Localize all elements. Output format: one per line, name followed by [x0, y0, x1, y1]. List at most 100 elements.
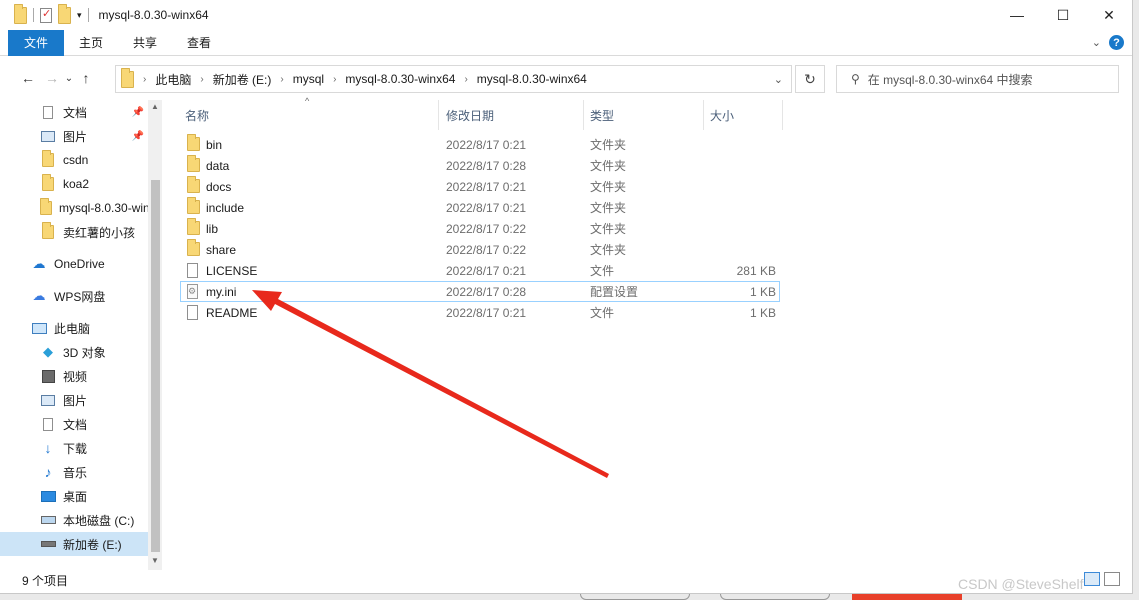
sidebar-item-pictures-pinned[interactable]: 图片 📌: [0, 124, 148, 148]
column-header-name[interactable]: 名称: [185, 100, 209, 130]
back-button[interactable]: ←: [16, 70, 40, 86]
file-row-my-ini[interactable]: my.ini 2022/8/17 0:28 配置设置 1 KB: [180, 281, 780, 302]
properties-icon[interactable]: [40, 7, 52, 23]
maximize-button[interactable]: ☐: [1040, 0, 1086, 30]
sidebar-item-documents[interactable]: 文档: [0, 412, 148, 436]
breadcrumb-drive-e[interactable]: 新加卷 (E:): [213, 71, 272, 88]
tab-home[interactable]: 主页: [64, 30, 118, 56]
up-button[interactable]: ↑: [74, 70, 98, 86]
new-folder-icon[interactable]: [58, 3, 71, 24]
address-dropdown-icon[interactable]: ⌄: [774, 73, 783, 86]
file-icon: [187, 263, 198, 278]
sort-ascending-icon: ^: [305, 96, 310, 106]
chevron-right-icon[interactable]: ›: [464, 74, 467, 85]
sidebar-item-music[interactable]: ♪ 音乐: [0, 460, 148, 484]
help-icon[interactable]: ?: [1109, 35, 1124, 50]
sidebar-item-koa2[interactable]: koa2: [0, 172, 148, 196]
folder-icon: [187, 197, 200, 217]
customize-toolbar-icon[interactable]: ▾: [77, 10, 82, 21]
window-folder-icon: [14, 3, 27, 24]
folder-icon: [187, 134, 200, 154]
tab-share[interactable]: 共享: [118, 30, 172, 56]
video-icon: [40, 369, 56, 383]
sidebar-item-onedrive[interactable]: ☁ OneDrive: [0, 252, 148, 276]
download-icon: ↓: [44, 440, 52, 456]
folder-icon: [187, 176, 200, 196]
file-row-share[interactable]: share 2022/8/17 0:22 文件夹: [180, 239, 780, 260]
desktop-icon: [40, 490, 56, 502]
document-icon: [40, 105, 56, 119]
ini-file-icon: [187, 284, 198, 299]
watermark: CSDN @SteveShelf: [958, 576, 1084, 592]
refresh-button[interactable]: ↻: [795, 65, 825, 93]
file-row-include[interactable]: include 2022/8/17 0:21 文件夹: [180, 197, 780, 218]
file-list: ^ 名称 修改日期 类型 大小 bin 2022/8/17 0:21 文件夹 d…: [165, 96, 1133, 566]
chevron-right-icon[interactable]: ›: [333, 74, 336, 85]
column-header-size[interactable]: 大小: [710, 100, 734, 130]
file-row-license[interactable]: LICENSE 2022/8/17 0:21 文件 281 KB: [180, 260, 780, 281]
drive-icon: [40, 541, 56, 547]
ribbon-tabs: 文件 主页 共享 查看 ⌄ ?: [0, 29, 1132, 56]
close-button[interactable]: ✕: [1086, 0, 1132, 30]
sidebar-item-documents-pinned[interactable]: 文档 📌: [0, 100, 148, 124]
expand-ribbon-icon[interactable]: ⌄: [1092, 36, 1101, 49]
sidebar-item-sweet-potato[interactable]: 卖红薯的小孩: [0, 220, 148, 244]
sidebar-item-csdn[interactable]: csdn: [0, 148, 148, 172]
search-icon: ⚲: [851, 72, 860, 86]
title-bar: ▾ mysql-8.0.30-winx64 — ☐ ✕: [0, 0, 1132, 30]
file-icon: [187, 305, 198, 320]
chevron-right-icon[interactable]: ›: [143, 74, 146, 85]
quick-access-toolbar: ▾: [14, 3, 89, 24]
chevron-right-icon[interactable]: ›: [200, 74, 203, 85]
sidebar-item-desktop[interactable]: 桌面: [0, 484, 148, 508]
sidebar-item-drive-c[interactable]: 本地磁盘 (C:): [0, 508, 148, 532]
file-row-readme[interactable]: README 2022/8/17 0:21 文件 1 KB: [180, 302, 780, 323]
sidebar-item-downloads[interactable]: ↓ 下载: [0, 436, 148, 460]
tab-view[interactable]: 查看: [172, 30, 226, 56]
column-header-type[interactable]: 类型: [590, 100, 614, 130]
sidebar-item-wps[interactable]: ☁ WPS网盘: [0, 284, 148, 308]
sidebar-item-drive-e[interactable]: 新加卷 (E:): [0, 532, 148, 556]
navigation-bar: ← → ⌄ ↑ › 此电脑 › 新加卷 (E:) › mysql › mysql…: [0, 62, 1132, 94]
file-row-data[interactable]: data 2022/8/17 0:28 文件夹: [180, 155, 780, 176]
document-icon: [40, 417, 56, 431]
column-header-date[interactable]: 修改日期: [446, 100, 494, 130]
breadcrumb-mysql-inner[interactable]: mysql-8.0.30-winx64: [477, 72, 587, 86]
view-toggle: [1084, 572, 1120, 586]
details-view-icon[interactable]: [1084, 572, 1100, 586]
sidebar-item-pictures[interactable]: 图片: [0, 388, 148, 412]
recent-locations-icon[interactable]: ⌄: [64, 73, 74, 84]
status-item-count: 9 个项目: [22, 574, 69, 588]
pc-icon: [31, 322, 47, 334]
file-row-lib[interactable]: lib 2022/8/17 0:22 文件夹: [180, 218, 780, 239]
pin-icon: 📌: [131, 106, 144, 118]
breadcrumb-mysql[interactable]: mysql: [293, 72, 324, 86]
scroll-up-icon[interactable]: ▲: [148, 102, 162, 111]
picture-icon: [40, 394, 56, 406]
window-title: mysql-8.0.30-winx64: [98, 8, 209, 22]
address-bar[interactable]: › 此电脑 › 新加卷 (E:) › mysql › mysql-8.0.30-…: [115, 65, 792, 93]
folder-icon: [187, 155, 200, 175]
breadcrumb-this-pc[interactable]: 此电脑: [155, 71, 191, 88]
address-folder-icon: [121, 67, 134, 88]
sidebar-item-3d-objects[interactable]: ◆ 3D 对象: [0, 340, 148, 364]
large-icons-view-icon[interactable]: [1104, 572, 1120, 586]
background-page-strip: [140, 594, 970, 600]
tab-file[interactable]: 文件: [8, 29, 64, 56]
sidebar-item-this-pc[interactable]: 此电脑: [0, 316, 148, 340]
folder-icon: [40, 198, 52, 215]
file-row-bin[interactable]: bin 2022/8/17 0:21 文件夹: [180, 134, 780, 155]
search-box[interactable]: ⚲ 在 mysql-8.0.30-winx64 中搜索: [836, 65, 1119, 93]
breadcrumb-mysql-outer[interactable]: mysql-8.0.30-winx64: [345, 72, 455, 86]
file-row-docs[interactable]: docs 2022/8/17 0:21 文件夹: [180, 176, 780, 197]
chevron-right-icon[interactable]: ›: [280, 74, 283, 85]
navigation-pane: 文档 📌 图片 📌 csdn koa2 mysql-8.0.30-winx64 …: [0, 100, 148, 562]
sidebar-item-mysql[interactable]: mysql-8.0.30-winx64: [0, 196, 148, 220]
minimize-button[interactable]: —: [994, 0, 1040, 30]
sidebar-scrollbar[interactable]: ▲ ▼: [148, 100, 162, 570]
pin-icon: 📌: [131, 130, 144, 142]
scrollbar-thumb[interactable]: [151, 180, 160, 552]
scroll-down-icon[interactable]: ▼: [148, 556, 162, 565]
forward-button[interactable]: →: [40, 70, 64, 86]
sidebar-item-videos[interactable]: 视频: [0, 364, 148, 388]
